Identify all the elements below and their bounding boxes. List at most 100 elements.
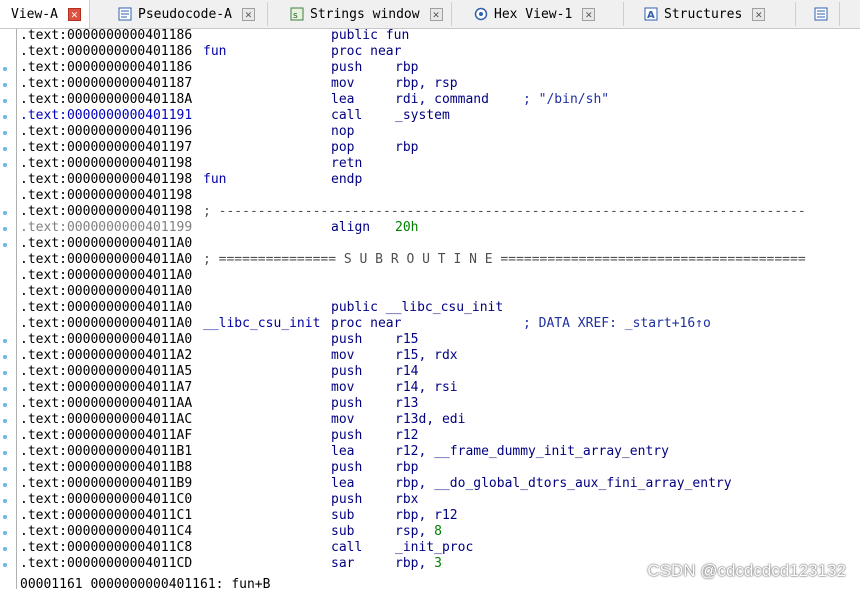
listing-row[interactable]: .text:00000000004011B8 push rbp [20,460,860,476]
mnemonic[interactable]: push [331,428,362,444]
operands[interactable]: rbp [395,140,418,156]
listing-row[interactable]: .text:0000000000401198 fun endp [20,172,860,188]
mnemonic[interactable]: sub [331,508,354,524]
address[interactable]: .text:00000000004011C0 [20,492,192,508]
listing-row[interactable]: .text:00000000004011A0 __libc_csu_init pro… [20,316,860,332]
listing-row[interactable]: .text:00000000004011C4 sub rsp, 8 [20,524,860,540]
operands[interactable]: _system [395,108,450,124]
address[interactable]: .text:0000000000401186 [20,60,192,76]
operands[interactable]: r14 [395,364,418,380]
close-icon[interactable]: ✕ [67,7,81,21]
mnemonic[interactable]: push [331,364,362,380]
operands[interactable]: rbp, rsp [395,76,458,92]
address[interactable]: .text:0000000000401186 [20,28,192,44]
address[interactable]: .text:00000000004011C8 [20,540,192,556]
address[interactable]: .text:0000000000401198 [20,204,192,220]
operands[interactable]: r15 [395,332,418,348]
operands[interactable]: r13 [395,396,418,412]
address[interactable]: .text:00000000004011A0 [20,316,192,332]
mnemonic[interactable]: public __libc_csu_init [331,300,503,316]
mnemonic[interactable]: lea [331,476,354,492]
listing-row[interactable]: .text:00000000004011A5 push r14 [20,364,860,380]
mnemonic[interactable]: nop [331,124,354,140]
listing-row[interactable]: .text:00000000004011A2 mov r15, rdx [20,348,860,364]
listing-row[interactable]: .text:00000000004011A0 [20,236,860,252]
tab-structures[interactable]: A Structures ✕ [636,2,796,26]
listing-row[interactable]: .text:0000000000401186 public fun [20,28,860,44]
listing-row[interactable]: .text:0000000000401199 align 20h [20,220,860,236]
address[interactable]: .text:0000000000401186 [20,44,192,60]
mnemonic[interactable]: retn [331,156,362,172]
address[interactable]: .text:0000000000401198 [20,156,192,172]
address[interactable]: .text:00000000004011CD [20,556,192,572]
listing-row[interactable]: .text:0000000000401186 push rbp [20,60,860,76]
address[interactable]: .text:00000000004011B9 [20,476,192,492]
mnemonic[interactable]: call [331,108,362,124]
operands[interactable]: rsp, 8 [395,524,442,540]
mnemonic[interactable]: sub [331,524,354,540]
mnemonic[interactable]: push [331,60,362,76]
listing-row[interactable]: .text:0000000000401198 retn [20,156,860,172]
listing-row[interactable]: .text:00000000004011A0 public __libc_csu_… [20,300,860,316]
listing-row[interactable]: .text:0000000000401186 fun proc near [20,44,860,60]
mnemonic[interactable]: proc near [331,44,401,60]
mnemonic[interactable]: public fun [331,28,409,44]
operands[interactable]: 20h [395,220,418,236]
listing-row[interactable]: .text:0000000000401196 nop [20,124,860,140]
mnemonic[interactable]: mov [331,348,354,364]
listing-row[interactable]: .text:00000000004011A0 [20,268,860,284]
listing-row[interactable]: .text:0000000000401198 ; ----------------… [20,204,860,220]
address[interactable]: .text:00000000004011AF [20,428,192,444]
address[interactable]: .text:00000000004011A0 [20,284,192,300]
address[interactable]: .text:0000000000401199 [20,220,192,236]
mnemonic[interactable]: proc near [331,316,401,332]
listing-row[interactable]: .text:00000000004011A0 [20,284,860,300]
tab-ida-view-a[interactable]: View-A ✕ [0,0,90,28]
address[interactable]: .text:00000000004011A0 [20,332,192,348]
operands[interactable]: rbx [395,492,418,508]
operands[interactable]: rdi, command [395,92,489,108]
mnemonic[interactable]: mov [331,76,354,92]
tab-hex-view-1[interactable]: Hex View-1 ✕ [466,2,624,26]
listing-row[interactable]: .text:00000000004011C8 call _init_proc [20,540,860,556]
symbol-label[interactable]: __libc_csu_init [203,316,320,332]
address[interactable]: .text:00000000004011A7 [20,380,192,396]
operands[interactable]: r12, __frame_dummy_init_array_entry [395,444,669,460]
operands[interactable]: r12 [395,428,418,444]
address[interactable]: .text:0000000000401198 [20,188,192,204]
listing-row[interactable]: .text:00000000004011A7 mov r14, rsi [20,380,860,396]
operands[interactable]: rbp [395,60,418,76]
operands[interactable]: r15, rdx [395,348,458,364]
mnemonic[interactable]: mov [331,412,354,428]
listing-row[interactable]: .text:00000000004011AC mov r13d, edi [20,412,860,428]
listing-row[interactable]: .text:0000000000401187 mov rbp, rsp [20,76,860,92]
close-icon[interactable]: ✕ [241,7,255,21]
mnemonic[interactable]: align [331,220,370,236]
address[interactable]: .text:0000000000401197 [20,140,192,156]
address[interactable]: .text:0000000000401191 [20,108,192,124]
operands[interactable]: rbp, r12 [395,508,458,524]
tab-pseudocode-a[interactable]: Pseudocode-A ✕ [110,2,268,26]
listing-row[interactable]: .text:00000000004011C1 sub rbp, r12 [20,508,860,524]
operands[interactable]: rbp, 3 [395,556,442,572]
listing-row[interactable]: .text:00000000004011A0 push r15 [20,332,860,348]
mnemonic[interactable]: lea [331,444,354,460]
mnemonic[interactable]: sar [331,556,354,572]
operands[interactable]: r14, rsi [395,380,458,396]
address[interactable]: .text:00000000004011A2 [20,348,192,364]
listing-row[interactable]: .text:0000000000401191 call _system [20,108,860,124]
listing-row[interactable]: .text:00000000004011B1 lea r12, __frame_du… [20,444,860,460]
disassembly-listing[interactable]: .text:0000000000401186 public fun .text:00… [20,28,860,572]
mnemonic[interactable]: mov [331,380,354,396]
mnemonic[interactable]: call [331,540,362,556]
listing-row[interactable]: .text:00000000004011B9 lea rbp, __do_globa… [20,476,860,492]
listing-row[interactable]: .text:00000000004011A0 ; =============== … [20,252,860,268]
tab-more[interactable] [806,2,840,26]
listing-row[interactable]: .text:00000000004011C0 push rbx [20,492,860,508]
mnemonic[interactable]: lea [331,92,354,108]
close-icon[interactable]: ✕ [582,7,596,21]
address[interactable]: .text:0000000000401198 [20,172,192,188]
address[interactable]: .text:00000000004011B8 [20,460,192,476]
listing-row[interactable]: .text:0000000000401198 [20,188,860,204]
close-icon[interactable]: ✕ [752,7,766,21]
